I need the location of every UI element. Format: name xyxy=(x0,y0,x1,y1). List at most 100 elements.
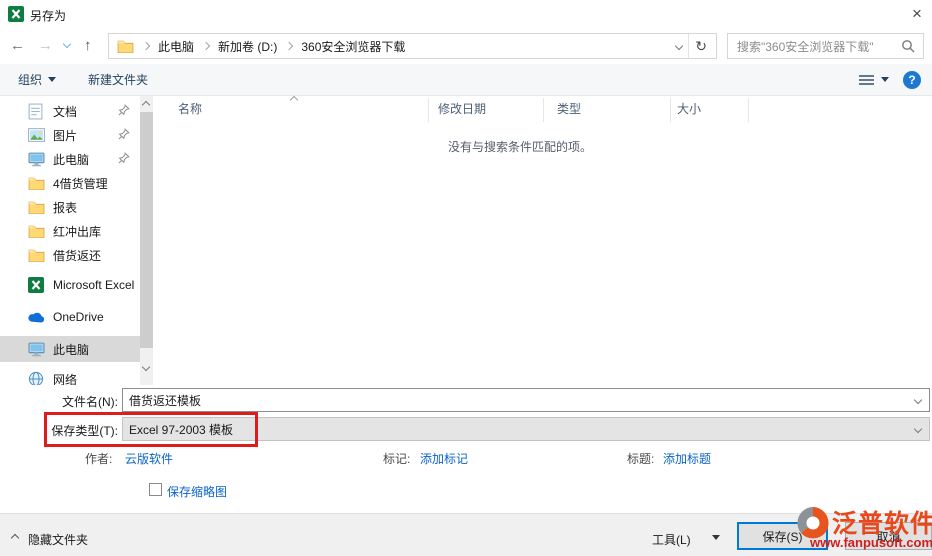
hide-folders-toggle[interactable]: 隐藏文件夹 xyxy=(28,531,88,548)
watermark-url: www.fanpusoft.com xyxy=(810,535,932,550)
save-type-value: Excel 97-2003 模板 xyxy=(123,421,915,438)
navigation-bar: ← → ↑ 此电脑 新加卷 (D:) 360安全浏览器下载 ↻ 搜索"360安全… xyxy=(0,28,932,64)
sidebar-item-label: 此电脑 xyxy=(53,151,89,168)
command-bar: 组织 新建文件夹 ? xyxy=(0,64,932,96)
sidebar-item[interactable]: 报表 xyxy=(0,194,140,220)
author-label: 作者: xyxy=(85,450,112,467)
folder-icon xyxy=(28,175,45,192)
title-label: 标题: xyxy=(627,450,654,467)
sidebar-item[interactable]: 4借货管理 xyxy=(0,170,140,196)
sidebar-item-label: 红冲出库 xyxy=(53,223,101,240)
sidebar-item[interactable]: OneDrive xyxy=(0,304,140,330)
sidebar-item-label: 4借货管理 xyxy=(53,175,108,192)
column-header[interactable]: 修改日期 xyxy=(438,100,486,117)
pin-icon xyxy=(118,152,130,164)
divider xyxy=(428,98,429,122)
chevron-down-icon[interactable] xyxy=(914,396,922,404)
breadcrumb-separator-icon xyxy=(142,42,150,50)
breadcrumb-item[interactable]: 360安全浏览器下载 xyxy=(301,38,405,55)
divider xyxy=(670,98,671,122)
tags-label: 标记: xyxy=(383,450,410,467)
sidebar-item[interactable]: 此电脑 xyxy=(0,336,140,362)
list-view-icon xyxy=(858,73,875,87)
breadcrumb-item[interactable]: 新加卷 (D:) xyxy=(218,38,277,55)
help-icon[interactable]: ? xyxy=(903,71,921,89)
recent-locations-chevron-icon[interactable] xyxy=(63,40,71,48)
column-header-row: 名称 修改日期 类型 大小 xyxy=(153,96,932,124)
sidebar-item-label: 报表 xyxy=(53,199,77,216)
column-header[interactable]: 大小 xyxy=(677,100,701,117)
breadcrumb-item[interactable]: 此电脑 xyxy=(158,38,194,55)
divider xyxy=(688,34,689,58)
empty-list-message: 没有与搜索条件匹配的项。 xyxy=(448,138,592,155)
folder-icon xyxy=(28,247,45,264)
file-name-label: 文件名(N): xyxy=(40,393,118,410)
breadcrumb-separator-icon xyxy=(202,42,210,50)
column-header[interactable]: 名称 xyxy=(178,100,202,117)
file-name-input[interactable]: 借货返还模板 xyxy=(122,388,930,412)
chevron-down-icon[interactable] xyxy=(914,425,922,433)
change-view-button[interactable] xyxy=(852,64,895,95)
sidebar-item[interactable]: 借货返还 xyxy=(0,242,140,268)
excel-app-icon xyxy=(8,6,24,22)
scroll-down-icon[interactable] xyxy=(142,363,150,371)
title-bar: 另存为 × xyxy=(0,0,932,28)
excel-icon xyxy=(28,277,45,294)
sidebar-item-label: Microsoft Excel xyxy=(53,278,134,292)
sidebar-item[interactable]: 网络 xyxy=(0,366,140,385)
sidebar-item[interactable]: 文档 xyxy=(0,98,140,124)
search-input[interactable]: 搜索"360安全浏览器下载" xyxy=(727,33,924,59)
address-dropdown-chevron-icon[interactable] xyxy=(675,42,683,50)
back-icon[interactable]: ← xyxy=(10,37,25,54)
window-title: 另存为 xyxy=(30,7,66,24)
sidebar-item-label: OneDrive xyxy=(53,310,104,324)
save-type-select[interactable]: Excel 97-2003 模板 xyxy=(122,417,930,441)
save-thumbnail-label[interactable]: 保存缩略图 xyxy=(167,483,227,500)
scroll-up-icon[interactable] xyxy=(142,101,150,109)
chevron-down-icon xyxy=(881,77,889,82)
document-icon xyxy=(28,103,45,120)
divider xyxy=(748,98,749,122)
divider xyxy=(543,98,544,122)
folder-icon xyxy=(117,39,134,53)
new-folder-button[interactable]: 新建文件夹 xyxy=(82,64,154,95)
search-icon xyxy=(901,39,915,53)
organize-label: 组织 xyxy=(18,71,42,88)
close-icon[interactable]: × xyxy=(904,2,930,26)
sidebar-item[interactable]: 红冲出库 xyxy=(0,218,140,244)
sidebar-scrollbar[interactable] xyxy=(140,96,153,385)
sidebar-item-label: 图片 xyxy=(53,127,77,144)
save-thumbnail-checkbox[interactable] xyxy=(149,483,162,496)
pin-icon xyxy=(118,128,130,140)
sidebar-item-label: 文档 xyxy=(53,103,77,120)
sort-ascending-icon xyxy=(290,96,298,104)
add-tags-link[interactable]: 添加标记 xyxy=(420,450,468,467)
save-type-label: 保存类型(T): xyxy=(30,422,118,439)
column-header[interactable]: 类型 xyxy=(557,100,581,117)
scrollbar-thumb[interactable] xyxy=(140,112,153,348)
sidebar-item[interactable]: Microsoft Excel xyxy=(0,272,140,298)
up-icon[interactable]: ↑ xyxy=(84,37,92,54)
search-placeholder: 搜索"360安全浏览器下载" xyxy=(728,38,901,55)
sidebar-item-label: 网络 xyxy=(53,371,77,386)
watermark: 泛普软件 www.fanpusoft.com xyxy=(793,503,932,553)
sidebar-item[interactable]: 图片 xyxy=(0,122,140,148)
forward-icon[interactable]: → xyxy=(38,37,53,54)
computer-icon xyxy=(28,151,45,168)
folder-icon xyxy=(28,223,45,240)
add-title-link[interactable]: 添加标题 xyxy=(663,450,711,467)
folder-icon xyxy=(28,199,45,216)
author-link[interactable]: 云版软件 xyxy=(125,450,173,467)
network-icon xyxy=(28,371,45,386)
tools-chevron-icon[interactable] xyxy=(712,535,720,540)
sidebar-item[interactable]: 此电脑 xyxy=(0,146,140,172)
dialog-body: 文档 图片 此电脑 4借货管理 报表 xyxy=(0,96,932,385)
organize-button[interactable]: 组织 xyxy=(12,64,62,95)
address-bar[interactable]: 此电脑 新加卷 (D:) 360安全浏览器下载 ↻ xyxy=(108,33,717,59)
onedrive-icon xyxy=(28,309,45,326)
computer-icon xyxy=(28,341,45,358)
refresh-icon[interactable]: ↻ xyxy=(695,38,716,55)
new-folder-label: 新建文件夹 xyxy=(88,71,148,88)
file-name-value: 借货返还模板 xyxy=(123,392,915,409)
tools-button[interactable]: 工具(L) xyxy=(652,531,691,548)
